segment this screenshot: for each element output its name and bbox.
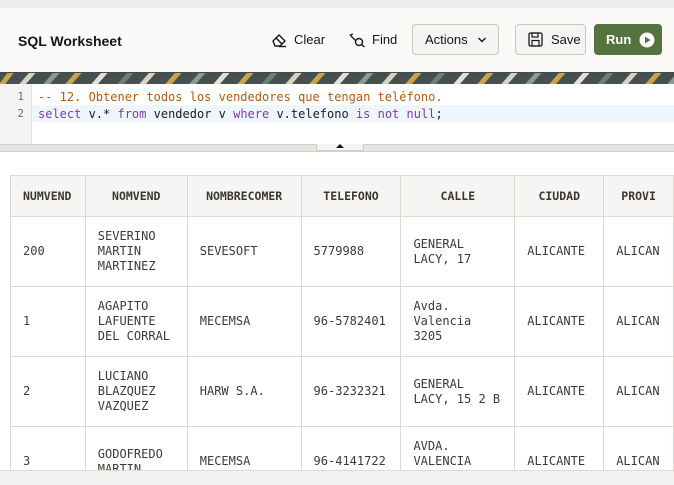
table-cell: 5779988 — [300, 216, 402, 287]
table-cell: 96-3232321 — [300, 356, 402, 427]
table-cell: ALICANTE — [514, 286, 605, 357]
sql-text: v.telefono — [269, 107, 356, 121]
table-cell: SEVERINO MARTIN MARTINEZ — [84, 216, 188, 287]
status-bar — [0, 470, 674, 485]
table-row[interactable]: 200 SEVERINO MARTIN MARTINEZ SEVESOFT 57… — [10, 216, 674, 287]
code-line: -- 12. Obtener todos los vendedores que … — [38, 89, 443, 105]
sql-text: v.* — [81, 107, 118, 121]
column-header[interactable]: NUMVEND — [10, 175, 86, 217]
sql-keyword: where — [233, 107, 270, 121]
table-cell: 1 — [10, 286, 86, 357]
actions-label: Actions — [425, 32, 468, 47]
play-circle-icon — [639, 32, 655, 48]
sql-keyword: select — [38, 107, 82, 121]
table-cell: 200 — [10, 216, 86, 287]
table-cell: GENERAL LACY, 17 — [400, 216, 516, 287]
sql-keyword: null — [406, 107, 436, 121]
table-header-row: NUMVEND NOMVEND NOMBRECOMER TELEFONO CAL… — [10, 175, 674, 217]
sql-keyword: from — [117, 107, 147, 121]
column-header[interactable]: PROVI — [603, 175, 674, 217]
results-panel: NUMVEND NOMVEND NOMBRECOMER TELEFONO CAL… — [0, 152, 674, 470]
line-number-gutter: 1 2 — [0, 84, 32, 144]
table-cell: AVDA. VALENCIA 3372 — [400, 426, 516, 470]
column-header[interactable]: CALLE — [400, 175, 516, 217]
table-cell: AGAPITO LAFUENTE DEL CORRAL — [84, 286, 188, 357]
line-number: 2 — [17, 107, 24, 120]
table-row[interactable]: 2 LUCIANO BLAZQUEZ VAZQUEZ HARW S.A. 96-… — [10, 356, 674, 427]
sql-keyword: not — [377, 107, 400, 121]
table-cell: GODOFREDO MARTIN — [84, 426, 188, 470]
table-cell: GENERAL LACY, 15 2 B — [400, 356, 516, 427]
table-cell: 2 — [10, 356, 86, 427]
table-cell: HARW S.A. — [186, 356, 302, 427]
column-header[interactable]: TELEFONO — [300, 175, 402, 217]
table-cell: 96-5782401 — [300, 286, 402, 357]
sql-comment: -- 12. Obtener todos los vendedores que … — [38, 90, 443, 104]
save-label: Save — [551, 32, 581, 47]
table-cell: MECEMSA — [186, 426, 302, 470]
chevron-up-icon — [336, 144, 344, 148]
table-cell: MECEMSA — [186, 286, 302, 357]
actions-menu-button[interactable]: Actions — [412, 24, 499, 55]
table-cell: 96-4141722 — [300, 426, 402, 470]
sql-editor[interactable]: 1 2 -- 12. Obtener todos los vendedores … — [0, 84, 674, 144]
worksheet-header: SQL Worksheet Clear Find Actions Save Ru… — [0, 0, 674, 72]
table-cell: ALICANTE — [514, 426, 605, 470]
sql-text: ; — [435, 107, 443, 121]
find-button[interactable]: Find — [348, 24, 397, 55]
line-number: 1 — [17, 90, 24, 103]
sql-keyword: is — [355, 107, 371, 121]
table-row[interactable]: 3 GODOFREDO MARTIN MECEMSA 96-4141722 AV… — [10, 426, 674, 470]
table-cell: 3 — [10, 426, 86, 470]
column-header[interactable]: NOMBRECOMER — [186, 175, 302, 217]
save-button[interactable]: Save — [515, 24, 586, 55]
table-cell: ALICAN — [603, 426, 674, 470]
clear-button[interactable]: Clear — [270, 24, 325, 55]
chevron-down-icon — [477, 36, 487, 44]
save-icon — [528, 32, 543, 47]
eraser-icon — [270, 32, 288, 48]
pane-splitter[interactable] — [0, 144, 674, 152]
table-cell: Avda. Valencia 3205 — [400, 286, 516, 357]
decorative-banner — [0, 72, 674, 84]
table-cell: ALICAN — [603, 286, 674, 357]
results-table: NUMVEND NOMVEND NOMBRECOMER TELEFONO CAL… — [10, 175, 674, 470]
column-header[interactable]: CIUDAD — [514, 175, 605, 217]
column-header[interactable]: NOMVEND — [84, 175, 188, 217]
sql-text: vendedor v — [146, 107, 234, 121]
table-cell: ALICANTE — [514, 216, 605, 287]
collapse-handle[interactable] — [316, 144, 364, 151]
clear-label: Clear — [294, 32, 326, 47]
find-label: Find — [372, 32, 398, 47]
table-cell: LUCIANO BLAZQUEZ VAZQUEZ — [84, 356, 188, 427]
table-cell: ALICAN — [603, 216, 674, 287]
run-label: Run — [606, 32, 632, 47]
table-cell: ALICANTE — [514, 356, 605, 427]
find-icon — [348, 32, 366, 48]
table-cell: ALICAN — [603, 356, 674, 427]
code-line: select v.* from vendedor v where v.telef… — [38, 106, 443, 122]
page-title: SQL Worksheet — [18, 33, 122, 49]
table-row[interactable]: 1 AGAPITO LAFUENTE DEL CORRAL MECEMSA 96… — [10, 286, 674, 357]
table-cell: SEVESOFT — [186, 216, 302, 287]
run-button[interactable]: Run — [594, 24, 662, 55]
